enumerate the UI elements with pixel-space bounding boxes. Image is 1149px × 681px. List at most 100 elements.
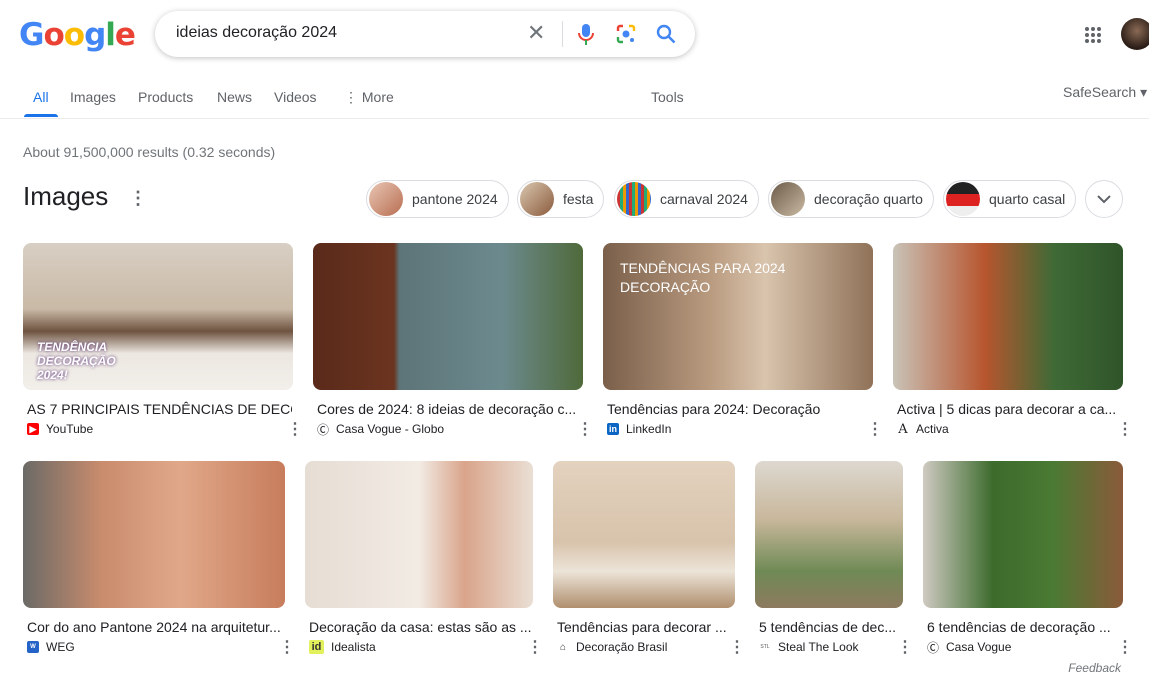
result-stats: About 91,500,000 results (0.32 seconds)	[23, 144, 276, 160]
result-source[interactable]: Ⓒ Casa Vogue - Globo	[317, 422, 445, 437]
tab-videos[interactable]: Videos	[274, 89, 317, 105]
chip-label: pantone 2024	[412, 191, 498, 207]
chevron-down-icon	[1097, 194, 1111, 203]
source-label: Casa Vogue - Globo	[336, 422, 445, 436]
result-title[interactable]: Tendências para decorar ...	[557, 619, 733, 635]
result-image[interactable]: TENDÊNCIAS PARA 2024 DECORAÇÃO	[603, 243, 873, 390]
result-title[interactable]: 6 tendências de decoração ...	[927, 619, 1113, 635]
result-title[interactable]: Decoração da casa: estas são as ...	[309, 619, 531, 635]
expand-chips-button[interactable]	[1085, 180, 1123, 218]
weg-icon: W	[27, 641, 39, 653]
activa-icon: A	[898, 421, 908, 437]
casa-vogue-icon: Ⓒ	[927, 640, 940, 655]
more-options-icon[interactable]: ⋮	[867, 419, 883, 439]
chip-decoracao-quarto[interactable]: decoração quarto	[768, 180, 934, 218]
result-source[interactable]: A Activa	[897, 421, 949, 437]
chip-pantone-2024[interactable]: pantone 2024	[366, 180, 509, 218]
source-label: YouTube	[46, 422, 94, 436]
apps-icon[interactable]	[1084, 26, 1102, 44]
chip-thumbnail	[369, 182, 403, 216]
result-title[interactable]: Cores de 2024: 8 ideias de decoração c..…	[317, 401, 579, 417]
result-source[interactable]: STL Steal The Look	[759, 640, 859, 654]
tab-products[interactable]: Products	[138, 89, 193, 105]
chip-festa[interactable]: festa	[517, 180, 605, 218]
result-source[interactable]: in LinkedIn	[607, 422, 671, 436]
source-label: Activa	[916, 422, 949, 436]
chip-thumbnail	[946, 182, 980, 216]
active-tab-indicator	[24, 114, 58, 117]
result-source[interactable]: ▶ YouTube	[27, 422, 93, 436]
tab-all[interactable]: All	[33, 89, 49, 105]
more-options-icon[interactable]: ⋮	[527, 637, 543, 657]
result-image[interactable]	[755, 461, 903, 608]
chip-thumbnail	[771, 182, 805, 216]
chip-thumbnail	[617, 182, 651, 216]
chip-quarto-casal[interactable]: quarto casal	[943, 180, 1077, 218]
image-overlay-text: TENDÊNCIA DECORAÇÃO 2024!	[37, 340, 116, 382]
result-source[interactable]: W WEG	[27, 640, 75, 654]
search-input[interactable]: ideias decoração 2024	[176, 24, 337, 42]
tab-images[interactable]: Images	[70, 89, 116, 105]
close-icon[interactable]: ✕	[527, 22, 545, 44]
images-heading: Images	[23, 181, 109, 211]
casa-vogue-icon: Ⓒ	[317, 422, 330, 437]
result-image[interactable]	[305, 461, 533, 608]
chip-label: festa	[563, 191, 594, 207]
source-label: Steal The Look	[778, 640, 859, 654]
source-label: Idealista	[331, 640, 376, 654]
search-box[interactable]: ideias decoração 2024 ✕	[155, 11, 695, 57]
result-title[interactable]: AS 7 PRINCIPAIS TENDÊNCIAS DE DECO...	[27, 401, 292, 417]
result-title[interactable]: Tendências para 2024: Decoração	[607, 401, 869, 417]
more-options-icon[interactable]: ⋮	[287, 419, 303, 439]
search-icon[interactable]	[655, 23, 677, 45]
feedback-link[interactable]: Feedback	[1068, 661, 1121, 675]
avatar[interactable]	[1121, 18, 1149, 50]
linkedin-icon: in	[607, 423, 619, 435]
youtube-icon: ▶	[27, 423, 39, 435]
result-source[interactable]: Ⓒ Casa Vogue	[927, 640, 1012, 655]
result-image[interactable]	[553, 461, 735, 608]
chip-carnaval-2024[interactable]: carnaval 2024	[614, 180, 759, 218]
mic-icon[interactable]	[577, 23, 595, 47]
idealista-icon: id	[309, 640, 324, 654]
divider	[562, 21, 563, 47]
more-options-icon[interactable]: ⋮	[129, 188, 147, 209]
safesearch-label: SafeSearch	[1063, 84, 1137, 100]
chevron-down-icon: ▾	[1140, 84, 1148, 100]
source-label: WEG	[46, 640, 75, 654]
google-logo[interactable]: Google	[19, 17, 136, 53]
safesearch-button[interactable]: SafeSearch ▾	[1063, 84, 1147, 101]
chip-thumbnail	[520, 182, 554, 216]
chip-label: carnaval 2024	[660, 191, 748, 207]
chip-label: quarto casal	[989, 191, 1066, 207]
source-label: Casa Vogue	[946, 640, 1012, 654]
search-tabs: All Images Products News Videos ⋮ More T…	[0, 84, 1149, 119]
more-options-icon[interactable]: ⋮	[729, 637, 745, 657]
tools-button[interactable]: Tools	[651, 89, 684, 105]
chip-label: decoração quarto	[814, 191, 923, 207]
result-image[interactable]: TENDÊNCIA DECORAÇÃO 2024!	[23, 243, 293, 390]
more-options-icon[interactable]: ⋮	[1117, 419, 1133, 439]
source-label: Decoração Brasil	[576, 640, 668, 654]
more-dots-icon: ⋮	[344, 89, 362, 105]
lens-icon[interactable]	[615, 23, 637, 45]
result-title[interactable]: Activa | 5 dicas para decorar a ca...	[897, 401, 1119, 417]
image-overlay-text: TENDÊNCIAS PARA 2024 DECORAÇÃO	[620, 260, 786, 295]
tab-more-label: More	[361, 89, 394, 105]
more-options-icon[interactable]: ⋮	[577, 419, 593, 439]
tab-more[interactable]: ⋮ More	[344, 89, 394, 106]
result-image[interactable]	[313, 243, 583, 390]
steal-the-look-icon: STL	[760, 643, 770, 650]
more-options-icon[interactable]: ⋮	[897, 637, 913, 657]
more-options-icon[interactable]: ⋮	[1117, 637, 1133, 657]
result-title[interactable]: Cor do ano Pantone 2024 na arquitetur...	[27, 619, 283, 635]
result-image[interactable]	[893, 243, 1123, 390]
result-source[interactable]: ⌂ Decoração Brasil	[557, 640, 667, 654]
source-label: LinkedIn	[626, 422, 672, 436]
result-title[interactable]: 5 tendências de dec...	[759, 619, 901, 635]
tab-news[interactable]: News	[217, 89, 252, 105]
result-image[interactable]	[23, 461, 285, 608]
result-image[interactable]	[923, 461, 1123, 608]
more-options-icon[interactable]: ⋮	[279, 637, 295, 657]
result-source[interactable]: id Idealista	[309, 640, 376, 654]
